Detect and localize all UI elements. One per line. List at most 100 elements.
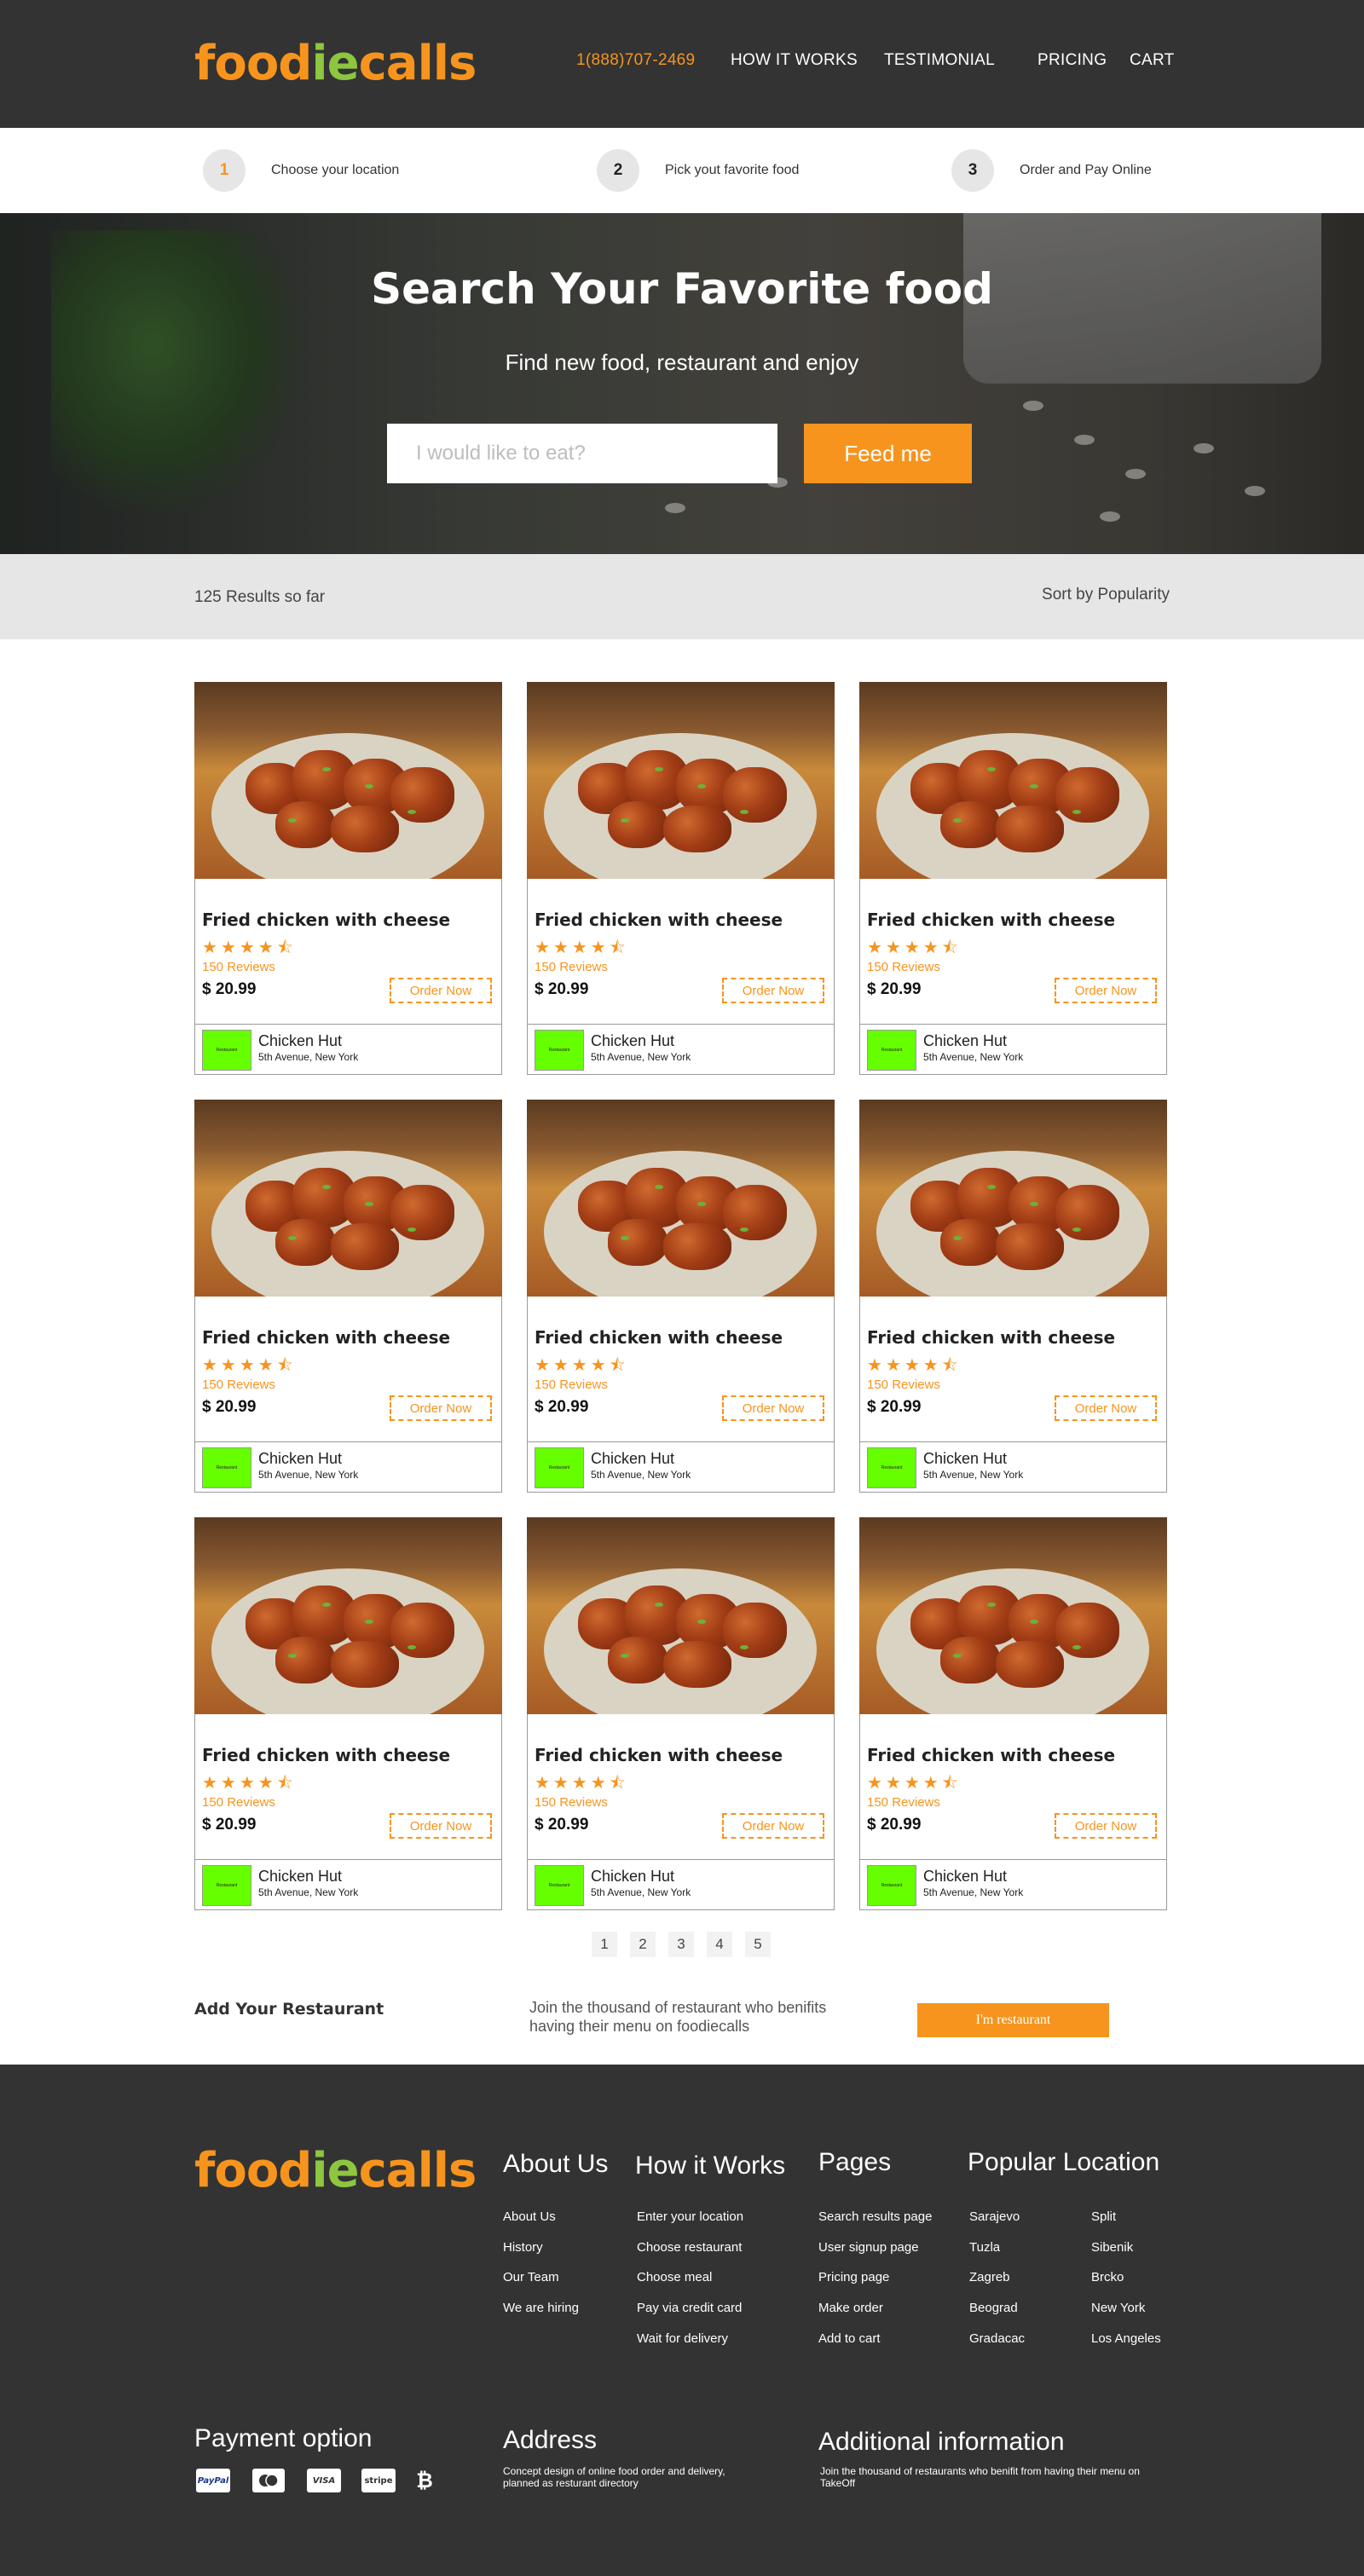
footer-link[interactable]: Our Team <box>503 2270 559 2284</box>
food-image[interactable] <box>859 1100 1167 1297</box>
restaurant-name[interactable]: Chicken Hut <box>923 1868 1007 1886</box>
footer-link[interactable]: History <box>503 2240 543 2255</box>
footer-link[interactable]: Search results page <box>818 2209 932 2224</box>
restaurant-name[interactable]: Chicken Hut <box>258 1032 342 1050</box>
page-button-4[interactable]: 4 <box>707 1932 732 1957</box>
footer-location-link[interactable]: Beograd <box>969 2301 1018 2315</box>
footer-link[interactable]: Pay via credit card <box>637 2301 742 2315</box>
restaurant-logo[interactable]: Restaurant <box>535 1447 584 1488</box>
order-now-button[interactable]: Order Now <box>1055 1813 1157 1839</box>
restaurant-logo[interactable]: Restaurant <box>867 1865 916 1906</box>
food-title[interactable]: Fried chicken with cheese <box>867 1745 1115 1765</box>
food-image[interactable] <box>194 682 502 879</box>
footer-link[interactable]: We are hiring <box>503 2301 579 2315</box>
feed-me-button[interactable]: Feed me <box>804 424 972 483</box>
page-button-3[interactable]: 3 <box>668 1932 694 1957</box>
review-count[interactable]: 150 Reviews <box>867 1795 940 1810</box>
food-image[interactable] <box>527 682 835 879</box>
restaurant-logo[interactable]: Restaurant <box>535 1865 584 1906</box>
footer-link[interactable]: User signup page <box>818 2240 919 2255</box>
restaurant-logo[interactable]: Restaurant <box>202 1865 251 1906</box>
order-now-button[interactable]: Order Now <box>722 1395 824 1421</box>
food-card[interactable]: Fried chicken with cheese ★★★★⯪ 150 Review… <box>859 1517 1167 1910</box>
food-title[interactable]: Fried chicken with cheese <box>867 1327 1115 1348</box>
review-count[interactable]: 150 Reviews <box>202 1795 275 1810</box>
food-search-input[interactable] <box>387 424 777 483</box>
restaurant-logo[interactable]: Restaurant <box>535 1030 584 1071</box>
restaurant-name[interactable]: Chicken Hut <box>591 1868 674 1886</box>
page-button-5[interactable]: 5 <box>745 1932 771 1957</box>
nav-testimonial[interactable]: TESTIMONIAL <box>884 51 995 70</box>
food-image[interactable] <box>194 1100 502 1297</box>
footer-location-link[interactable]: Tuzla <box>969 2240 1000 2255</box>
food-title[interactable]: Fried chicken with cheese <box>202 1327 450 1348</box>
footer-location-link[interactable]: Gradacac <box>969 2331 1025 2346</box>
review-count[interactable]: 150 Reviews <box>867 960 940 974</box>
nav-pricing[interactable]: PRICING <box>1037 51 1107 70</box>
footer-location-link[interactable]: Split <box>1091 2209 1116 2224</box>
im-restaurant-button[interactable]: I'm restaurant <box>917 2003 1109 2037</box>
restaurant-logo[interactable]: Restaurant <box>867 1447 916 1488</box>
footer-link[interactable]: Enter your location <box>637 2209 743 2224</box>
review-count[interactable]: 150 Reviews <box>535 960 608 974</box>
page-button-2[interactable]: 2 <box>630 1932 656 1957</box>
nav-cart[interactable]: CART <box>1130 51 1175 70</box>
restaurant-name[interactable]: Chicken Hut <box>923 1450 1007 1468</box>
sort-by-dropdown[interactable]: Sort by Popularity <box>1042 586 1170 604</box>
restaurant-name[interactable]: Chicken Hut <box>258 1868 342 1886</box>
footer-link[interactable]: Choose meal <box>637 2270 712 2284</box>
footer-logo[interactable]: foodiecalls <box>194 2141 477 2201</box>
food-card[interactable]: Fried chicken with cheese ★★★★⯪ 150 Review… <box>194 682 502 1075</box>
footer-location-link[interactable]: Zagreb <box>969 2270 1010 2284</box>
restaurant-logo[interactable]: Restaurant <box>202 1030 251 1071</box>
footer-location-link[interactable]: Brcko <box>1091 2270 1124 2284</box>
footer-link[interactable]: Wait for delivery <box>637 2331 728 2346</box>
restaurant-name[interactable]: Chicken Hut <box>258 1450 342 1468</box>
footer-link[interactable]: Add to cart <box>818 2331 881 2346</box>
order-now-button[interactable]: Order Now <box>390 978 492 1003</box>
food-card[interactable]: Fried chicken with cheese ★★★★⯪ 150 Review… <box>527 682 835 1075</box>
page-button-1[interactable]: 1 <box>592 1932 617 1957</box>
review-count[interactable]: 150 Reviews <box>535 1378 608 1392</box>
restaurant-name[interactable]: Chicken Hut <box>923 1032 1007 1050</box>
nav-phone-link[interactable]: 1(888)707-2469 <box>576 51 695 70</box>
food-card[interactable]: Fried chicken with cheese ★★★★⯪ 150 Review… <box>859 1100 1167 1493</box>
footer-link[interactable]: Make order <box>818 2301 883 2315</box>
food-image[interactable] <box>527 1100 835 1297</box>
food-image[interactable] <box>527 1517 835 1714</box>
food-title[interactable]: Fried chicken with cheese <box>202 910 450 930</box>
food-image[interactable] <box>194 1517 502 1714</box>
restaurant-name[interactable]: Chicken Hut <box>591 1032 674 1050</box>
food-card[interactable]: Fried chicken with cheese ★★★★⯪ 150 Review… <box>194 1100 502 1493</box>
food-card[interactable]: Fried chicken with cheese ★★★★⯪ 150 Review… <box>527 1517 835 1910</box>
restaurant-logo[interactable]: Restaurant <box>202 1447 251 1488</box>
review-count[interactable]: 150 Reviews <box>202 1378 275 1392</box>
food-title[interactable]: Fried chicken with cheese <box>202 1745 450 1765</box>
order-now-button[interactable]: Order Now <box>722 978 824 1003</box>
footer-location-link[interactable]: Sarajevo <box>969 2209 1020 2224</box>
footer-link[interactable]: Choose restaurant <box>637 2240 742 2255</box>
food-image[interactable] <box>859 682 1167 879</box>
footer-link[interactable]: Pricing page <box>818 2270 889 2284</box>
footer-location-link[interactable]: Los Angeles <box>1091 2331 1161 2346</box>
review-count[interactable]: 150 Reviews <box>867 1378 940 1392</box>
order-now-button[interactable]: Order Now <box>1055 978 1157 1003</box>
footer-location-link[interactable]: New York <box>1091 2301 1145 2315</box>
review-count[interactable]: 150 Reviews <box>202 960 275 974</box>
order-now-button[interactable]: Order Now <box>390 1813 492 1839</box>
food-title[interactable]: Fried chicken with cheese <box>535 1327 783 1348</box>
food-card[interactable]: Fried chicken with cheese ★★★★⯪ 150 Review… <box>527 1100 835 1493</box>
food-card[interactable]: Fried chicken with cheese ★★★★⯪ 150 Review… <box>194 1517 502 1910</box>
food-image[interactable] <box>859 1517 1167 1714</box>
order-now-button[interactable]: Order Now <box>1055 1395 1157 1421</box>
food-title[interactable]: Fried chicken with cheese <box>535 1745 783 1765</box>
footer-location-link[interactable]: Sibenik <box>1091 2240 1133 2255</box>
order-now-button[interactable]: Order Now <box>390 1395 492 1421</box>
review-count[interactable]: 150 Reviews <box>535 1795 608 1810</box>
nav-how-it-works[interactable]: HOW IT WORKS <box>731 51 858 70</box>
restaurant-name[interactable]: Chicken Hut <box>591 1450 674 1468</box>
brand-logo[interactable]: foodiecalls <box>194 34 477 94</box>
order-now-button[interactable]: Order Now <box>722 1813 824 1839</box>
food-card[interactable]: Fried chicken with cheese ★★★★⯪ 150 Review… <box>859 682 1167 1075</box>
restaurant-logo[interactable]: Restaurant <box>867 1030 916 1071</box>
